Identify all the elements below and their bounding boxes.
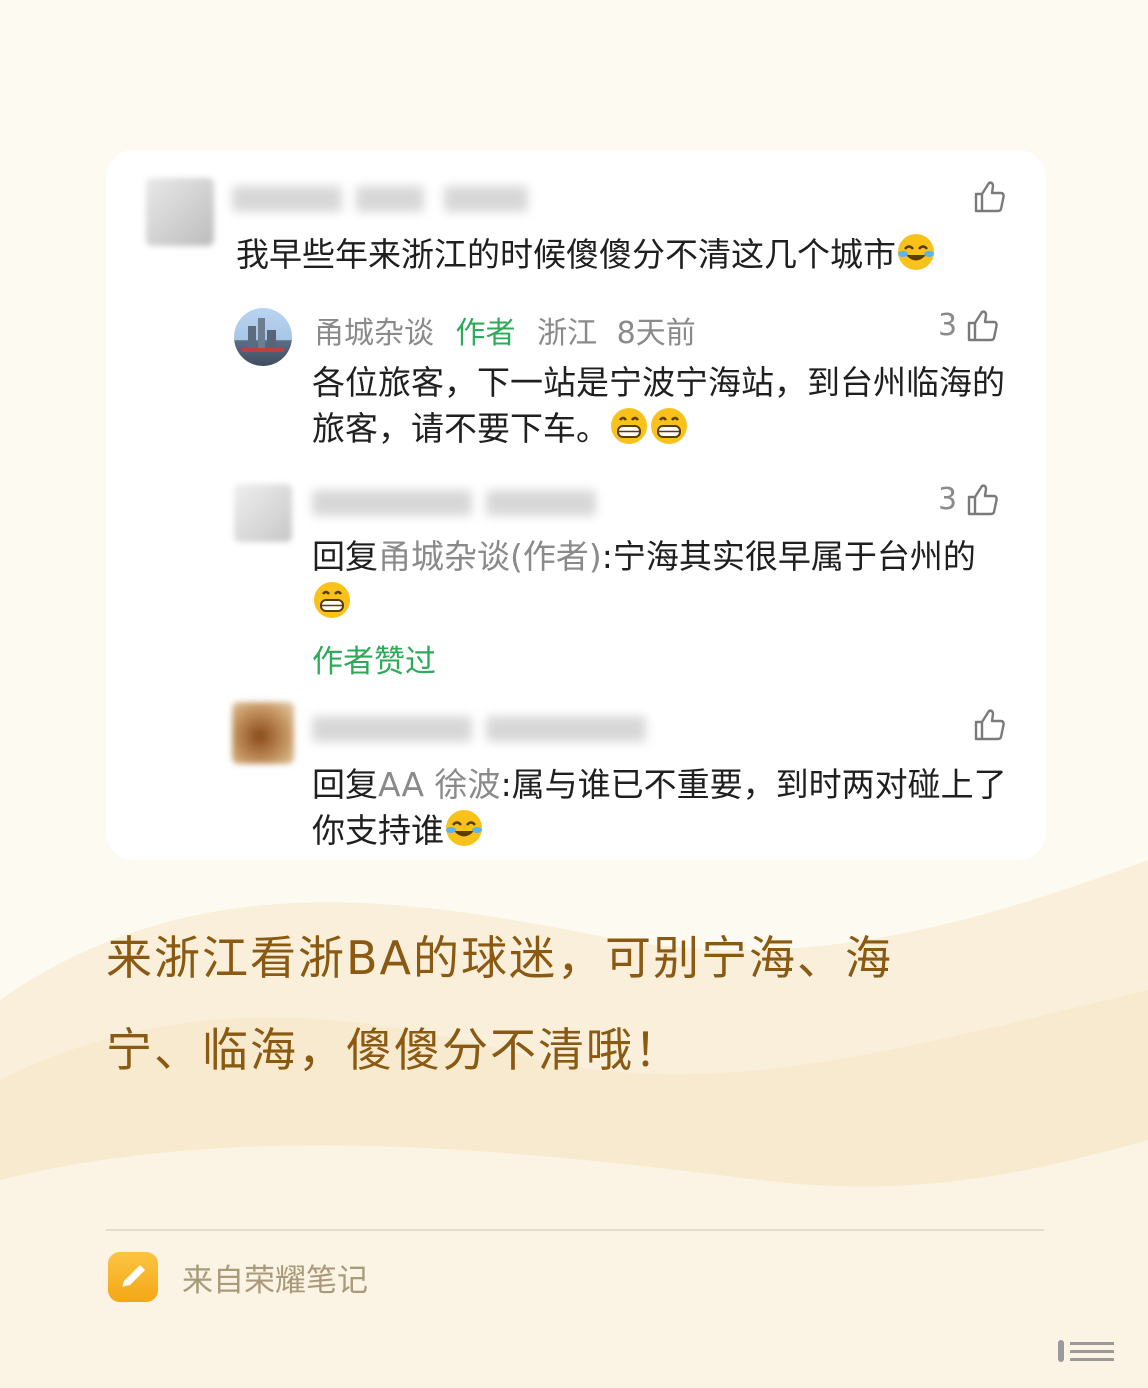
avatar[interactable] xyxy=(234,484,292,542)
reply-target[interactable]: 甬城杂谈(作者) xyxy=(378,537,602,576)
reply-header: 甬城杂谈 作者 浙江 8天前 xyxy=(314,308,696,352)
username[interactable]: 甬城杂谈 xyxy=(314,316,434,351)
reply-text: 回复甬城杂谈(作者):宁海其实很早属于台州的 xyxy=(312,534,1022,626)
pen-note-icon xyxy=(108,1252,158,1302)
like-button[interactable] xyxy=(972,180,1006,214)
watermark xyxy=(1058,1336,1118,1366)
like-button[interactable]: 3 xyxy=(938,482,999,517)
grinning-face-emoji-icon xyxy=(611,408,647,444)
like-count: 3 xyxy=(938,482,958,517)
like-button[interactable] xyxy=(972,708,1006,742)
thumbs-up-icon xyxy=(967,309,998,341)
divider xyxy=(106,1229,1044,1231)
city-skyline-icon xyxy=(242,318,284,352)
blurred-username xyxy=(486,490,596,516)
footer-source-text: 来自荣耀笔记 xyxy=(182,1262,368,1299)
author-avatar[interactable] xyxy=(234,308,292,366)
reply-prefix: 回复 xyxy=(312,537,378,576)
menu-icon xyxy=(1058,1340,1114,1362)
reply-prefix: 回复 xyxy=(312,765,378,804)
blurred-username xyxy=(312,490,472,516)
caption-line: 来浙江看浙BA的球迷，可别宁海、海 xyxy=(106,931,894,985)
blurred-username xyxy=(312,716,472,742)
like-count: 3 xyxy=(938,308,958,343)
location: 浙江 xyxy=(537,316,598,351)
source-footer: 来自荣耀笔记 xyxy=(106,1250,368,1304)
tears-of-joy-emoji-icon xyxy=(446,810,482,846)
avatar[interactable] xyxy=(146,178,214,246)
avatar[interactable] xyxy=(232,702,294,764)
blurred-username xyxy=(356,186,424,212)
reply-text: 回复AA 徐波:属与谁已不重要，到时两对碰上了你支持谁 xyxy=(312,765,1007,850)
thumbs-up-icon xyxy=(974,181,1005,213)
like-button[interactable]: 3 xyxy=(938,308,999,343)
caption-line: 宁、临海，傻傻分不清哦！ xyxy=(106,1023,682,1077)
thumbs-up-icon xyxy=(967,483,998,515)
thumbs-up-icon xyxy=(974,709,1005,741)
blurred-username xyxy=(444,186,528,212)
grinning-face-emoji-icon xyxy=(651,408,687,444)
author-tag: 作者 xyxy=(455,316,516,351)
grinning-face-emoji-icon xyxy=(314,582,350,618)
tears-of-joy-emoji-icon xyxy=(898,234,934,270)
comment-card: 我早些年来浙江的时候傻傻分不清这几个城市 甬城杂谈 作者 浙江 8天前 3 各位… xyxy=(106,150,1046,860)
comment-text: 我早些年来浙江的时候傻傻分不清这几个城市 xyxy=(236,232,1016,278)
blurred-username xyxy=(232,186,342,212)
blurred-username xyxy=(486,716,646,742)
reply-text: 各位旅客，下一站是宁波宁海站，到台州临海的旅客，请不要下车。 xyxy=(312,363,1005,448)
reply-target[interactable]: AA 徐波 xyxy=(378,765,501,804)
timestamp: 8天前 xyxy=(616,316,696,351)
note-caption: 来浙江看浙BA的球迷，可别宁海、海 宁、临海，傻傻分不清哦！ xyxy=(106,912,986,1096)
author-liked-badge: 作者赞过 xyxy=(312,644,436,680)
